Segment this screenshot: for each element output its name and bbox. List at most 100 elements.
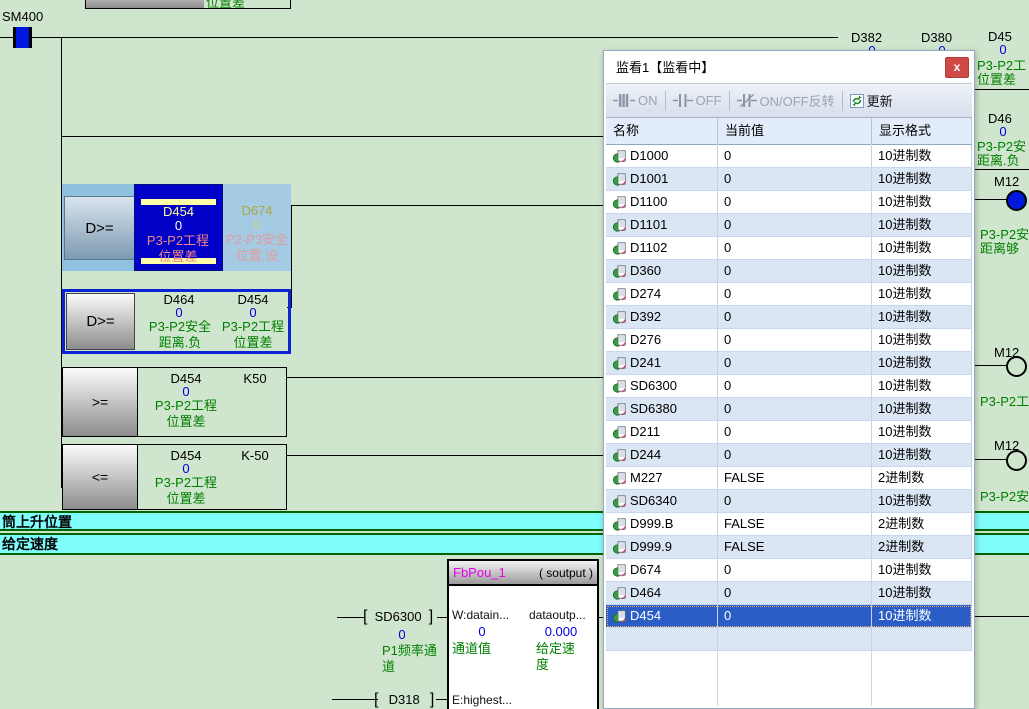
table-row[interactable]: D1101 0 10进制数 (606, 214, 972, 237)
table-row[interactable]: D999.9 FALSE 2进制数 (606, 536, 972, 559)
contact-sm400[interactable] (13, 27, 32, 48)
device-format-cell[interactable]: 10进制数 (872, 398, 972, 421)
table-row[interactable]: D999.B FALSE 2进制数 (606, 513, 972, 536)
table-row[interactable]: D1000 0 10进制数 (606, 145, 972, 168)
device-name-cell[interactable]: D274 (606, 283, 718, 306)
coil-on[interactable] (1006, 190, 1027, 211)
device-format-cell[interactable]: 10进制数 (872, 283, 972, 306)
table-row[interactable]: D211 0 10进制数 (606, 421, 972, 444)
device-value-cell[interactable]: 0 (718, 582, 872, 605)
device-value-cell[interactable]: 0 (718, 398, 872, 421)
coil-off[interactable] (1006, 356, 1027, 377)
device-format-cell[interactable]: 10进制数 (872, 237, 972, 260)
table-row[interactable]: D392 0 10进制数 (606, 306, 972, 329)
device-name-cell[interactable]: D999.B (606, 513, 718, 536)
table-row[interactable] (606, 628, 972, 651)
compare-op[interactable]: >= (63, 368, 138, 436)
device-format-cell[interactable]: 10进制数 (872, 306, 972, 329)
compare-block-4[interactable]: <= D454 0 P3-P2工程位置差 K-50 (62, 444, 287, 510)
table-row[interactable]: D274 0 10进制数 (606, 283, 972, 306)
table-row[interactable]: D674 0 10进制数 (606, 559, 972, 582)
device-name-cell[interactable]: D1000 (606, 145, 718, 168)
device-value-cell[interactable]: 0 (718, 145, 872, 168)
device-name-cell[interactable] (606, 628, 718, 651)
table-row[interactable]: D464 0 10进制数 (606, 582, 972, 605)
device-name-cell[interactable]: D276 (606, 329, 718, 352)
device-format-cell[interactable]: 10进制数 (872, 214, 972, 237)
device-name-cell[interactable]: D1102 (606, 237, 718, 260)
device-name-cell[interactable]: D211 (606, 421, 718, 444)
device-value-cell[interactable]: 0 (718, 490, 872, 513)
device-name-cell[interactable]: D999.9 (606, 536, 718, 559)
device-name-cell[interactable]: D454 (606, 605, 718, 628)
device-name-cell[interactable]: SD6340 (606, 490, 718, 513)
compare-op[interactable]: D>= (66, 293, 135, 350)
table-row[interactable]: D241 0 10进制数 (606, 352, 972, 375)
coil-off[interactable] (1006, 450, 1027, 471)
compare-block-3[interactable]: >= D454 0 P3-P2工程位置差 K50 (62, 367, 287, 437)
device-value-cell[interactable]: 0 (718, 214, 872, 237)
device-format-cell[interactable]: 10进制数 (872, 444, 972, 467)
device-name-cell[interactable]: D1101 (606, 214, 718, 237)
compare-block-1[interactable]: D>= D454 0 P3-P2工程位置差 D674 0 P2-P3安全位置.设 (62, 184, 291, 271)
device-format-cell[interactable]: 2进制数 (872, 536, 972, 559)
device-format-cell[interactable]: 10进制数 (872, 352, 972, 375)
fb-block-header[interactable]: FbPou_1 ( soutput ) (447, 559, 599, 586)
device-name-cell[interactable]: SD6380 (606, 398, 718, 421)
device-name-cell[interactable]: D241 (606, 352, 718, 375)
device-name-cell[interactable]: D360 (606, 260, 718, 283)
device-name-cell[interactable]: D674 (606, 559, 718, 582)
source-operand[interactable]: [ D318 ] (374, 691, 434, 709)
device-value-cell[interactable]: 0 (718, 605, 872, 628)
compare-op[interactable]: D>= (64, 196, 135, 260)
table-row[interactable]: D244 0 10进制数 (606, 444, 972, 467)
operand-cell[interactable]: D674 0 P2-P3安全位置.设 (223, 184, 291, 271)
device-value-cell[interactable]: 0 (718, 191, 872, 214)
device-value-cell[interactable]: 0 (718, 168, 872, 191)
device-value-cell[interactable]: 0 (718, 237, 872, 260)
device-format-cell[interactable]: 10进制数 (872, 191, 972, 214)
table-row[interactable]: D454 0 10进制数 (606, 605, 972, 628)
device-format-cell[interactable]: 2进制数 (872, 513, 972, 536)
watch-window[interactable]: 监看1【监看中】 x ON OFF (603, 50, 975, 709)
device-value-cell[interactable]: 0 (718, 444, 872, 467)
device-format-cell[interactable]: 2进制数 (872, 467, 972, 490)
device-name-cell[interactable]: D392 (606, 306, 718, 329)
table-row[interactable]: D276 0 10进制数 (606, 329, 972, 352)
table-row[interactable]: SD6380 0 10进制数 (606, 398, 972, 421)
device-value-cell[interactable]: FALSE (718, 536, 872, 559)
source-operand[interactable]: [ SD6300 ] (363, 608, 433, 626)
device-value-cell[interactable]: 0 (718, 260, 872, 283)
device-name-cell[interactable]: D464 (606, 582, 718, 605)
watch-titlebar[interactable]: 监看1【监看中】 x (606, 53, 972, 83)
device-format-cell[interactable]: 10进制数 (872, 421, 972, 444)
table-row[interactable]: D1100 0 10进制数 (606, 191, 972, 214)
device-format-cell[interactable]: 10进制数 (872, 329, 972, 352)
device-format-cell[interactable]: 10进制数 (872, 145, 972, 168)
device-value-cell[interactable]: 0 (718, 559, 872, 582)
device-format-cell[interactable]: 10进制数 (872, 490, 972, 513)
device-name-cell[interactable]: D244 (606, 444, 718, 467)
table-row[interactable]: D1102 0 10进制数 (606, 237, 972, 260)
table-row[interactable]: D360 0 10进制数 (606, 260, 972, 283)
device-format-cell[interactable]: 10进制数 (872, 582, 972, 605)
device-value-cell[interactable] (718, 628, 872, 651)
close-button[interactable]: x (945, 57, 969, 78)
device-value-cell[interactable]: 0 (718, 306, 872, 329)
table-row[interactable]: M227 FALSE 2进制数 (606, 467, 972, 490)
table-row[interactable]: SD6300 0 10进制数 (606, 375, 972, 398)
device-value-cell[interactable]: 0 (718, 352, 872, 375)
force-off-button[interactable]: OFF (670, 91, 725, 110)
device-format-cell[interactable]: 10进制数 (872, 260, 972, 283)
refresh-button[interactable]: 更新 (847, 89, 896, 112)
compare-op[interactable]: <= (63, 445, 138, 509)
device-value-cell[interactable]: 0 (718, 283, 872, 306)
device-name-cell[interactable]: D1001 (606, 168, 718, 191)
device-value-cell[interactable]: 0 (718, 329, 872, 352)
device-format-cell[interactable]: 10进制数 (872, 559, 972, 582)
invert-button[interactable]: ON/OFF反转 (734, 89, 838, 112)
device-value-cell[interactable]: FALSE (718, 467, 872, 490)
device-name-cell[interactable]: SD6300 (606, 375, 718, 398)
table-row[interactable]: D1001 0 10进制数 (606, 168, 972, 191)
table-row[interactable]: SD6340 0 10进制数 (606, 490, 972, 513)
